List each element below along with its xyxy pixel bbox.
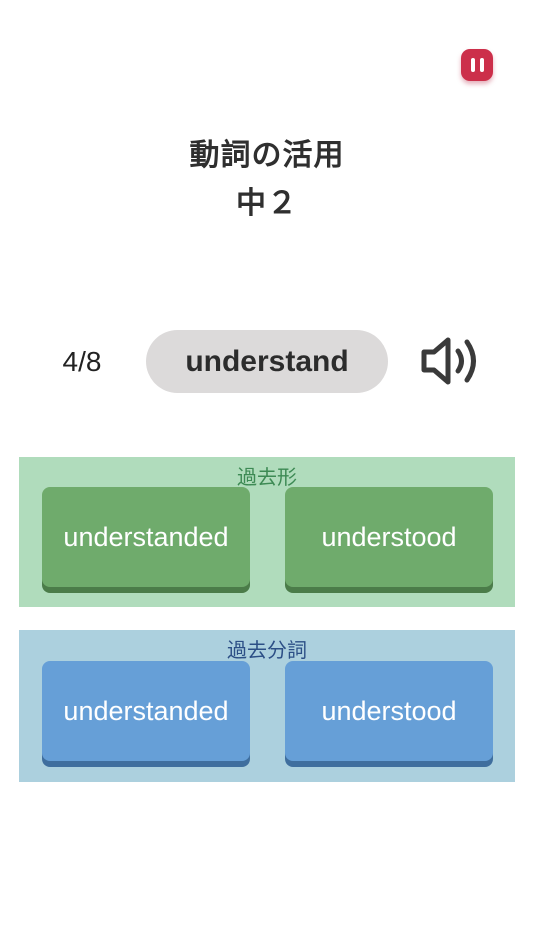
past-tense-panel: 過去形 understanded understood [19,457,515,607]
past-participle-option-1[interactable]: understanded [42,661,250,761]
past-participle-option-2[interactable]: understood [285,661,493,761]
past-participle-label: 過去分詞 [227,638,307,662]
pause-button[interactable] [461,49,493,81]
question-word: understand [146,330,388,393]
grade-label: 中２ [236,186,298,221]
pause-icon-bar-left [470,58,475,72]
past-tense-option-2[interactable]: understood [285,487,493,587]
pause-icon-bar-right [479,58,484,72]
past-participle-panel: 過去分詞 understanded understood [19,630,515,782]
speaker-icon[interactable] [418,332,484,390]
question-progress: 4/8 [62,346,102,377]
page-title: 動詞の活用 [189,138,345,173]
past-tense-label: 過去形 [237,465,297,489]
past-tense-option-1[interactable]: understanded [42,487,250,587]
